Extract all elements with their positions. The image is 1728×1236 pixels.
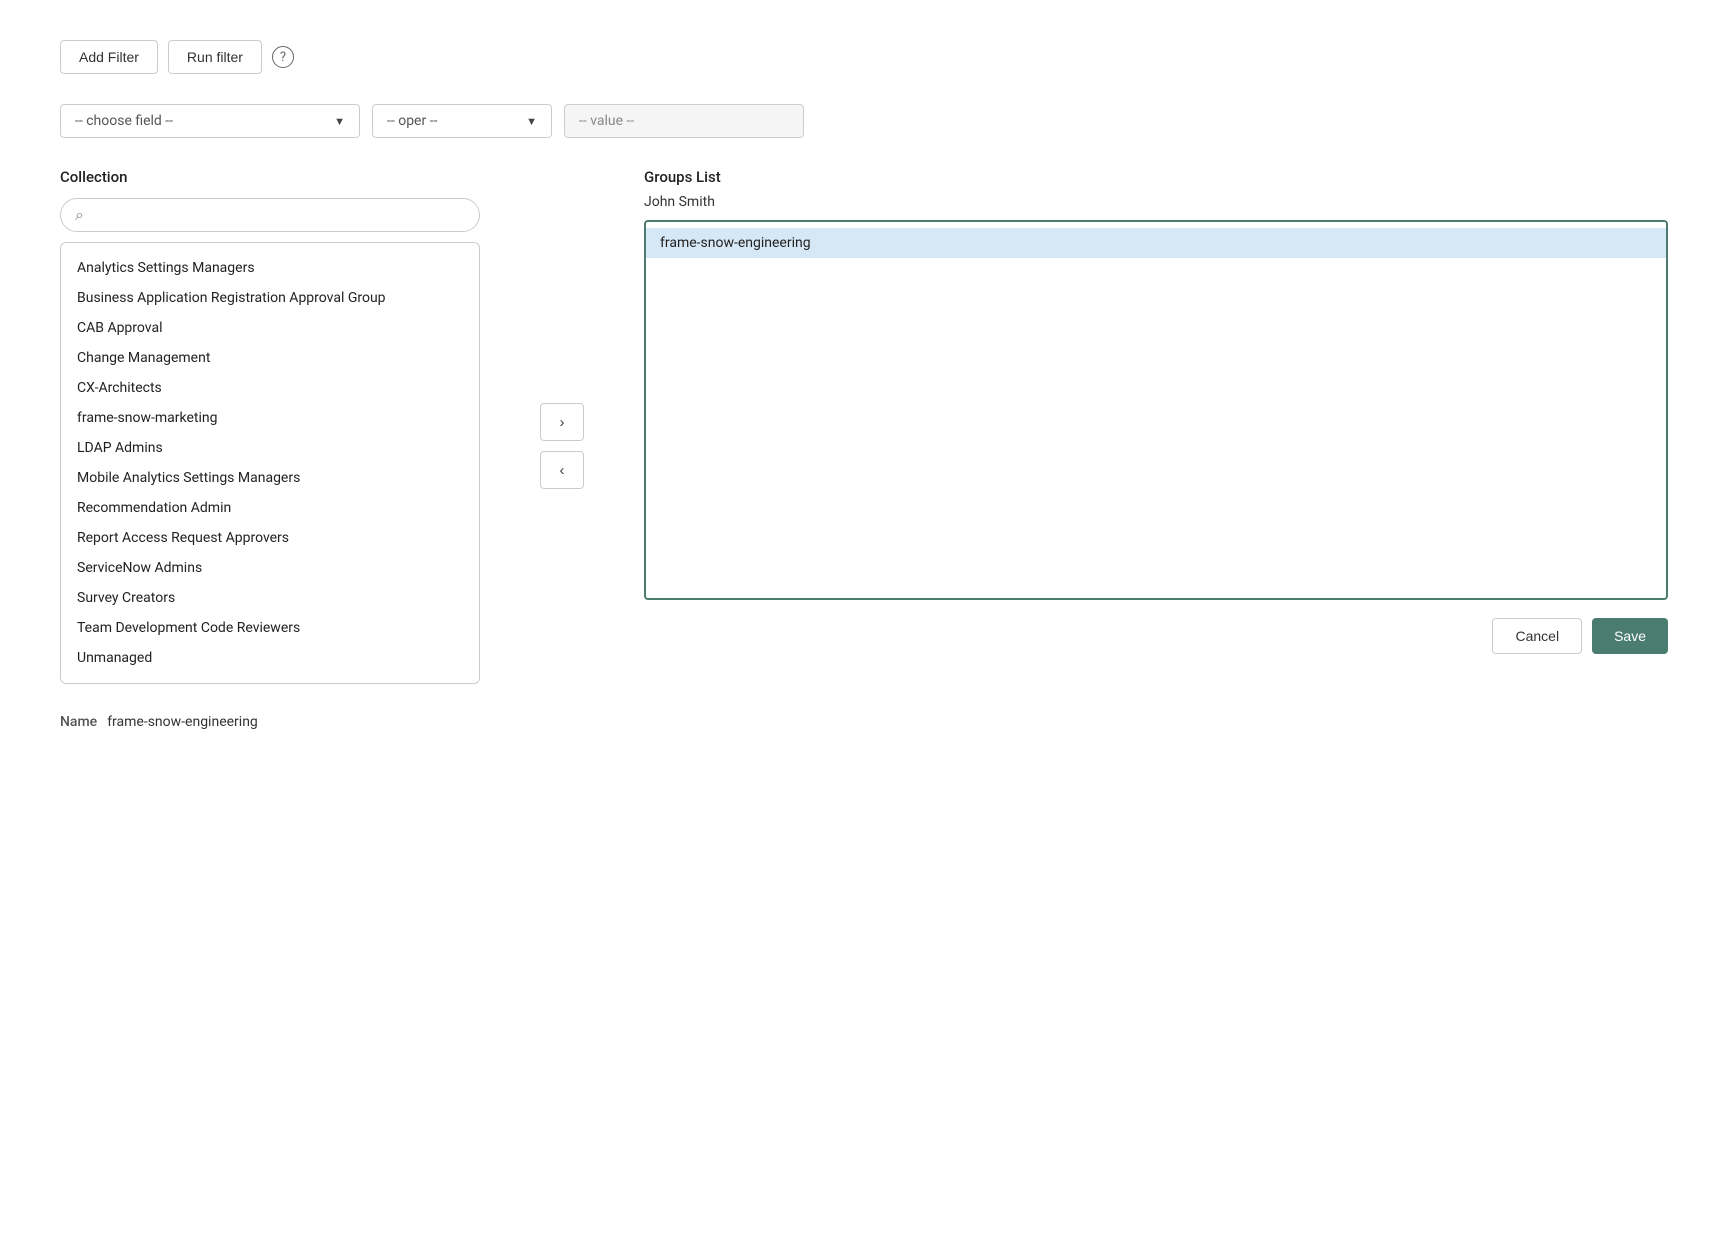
name-value: frame-snow-engineering bbox=[107, 714, 258, 730]
name-label: Name bbox=[60, 714, 97, 730]
oper-select-label: -- oper -- bbox=[387, 113, 437, 129]
search-box[interactable]: ⌕ bbox=[60, 198, 480, 232]
search-icon: ⌕ bbox=[75, 205, 84, 225]
filter-row: -- choose field -- ▼ -- oper -- ▼ -- val… bbox=[60, 104, 1668, 138]
main-content: Collection ⌕ Analytics Settings Managers… bbox=[60, 168, 1668, 684]
collection-list-item[interactable]: Team Development Code Reviewers bbox=[61, 613, 479, 643]
save-button[interactable]: Save bbox=[1592, 618, 1668, 654]
move-left-button[interactable]: ‹ bbox=[540, 451, 584, 489]
collection-list-item[interactable]: Recommendation Admin bbox=[61, 493, 479, 523]
collection-list-item[interactable]: Analytics Settings Managers bbox=[61, 253, 479, 283]
move-right-button[interactable]: › bbox=[540, 403, 584, 441]
groups-panel: Groups List John Smith frame-snow-engine… bbox=[644, 168, 1668, 654]
collection-list-item[interactable]: CX-Architects bbox=[61, 373, 479, 403]
toolbar: Add Filter Run filter ? bbox=[60, 40, 1668, 74]
groups-label: Groups List bbox=[644, 168, 1668, 186]
add-filter-button[interactable]: Add Filter bbox=[60, 40, 158, 74]
oper-select[interactable]: -- oper -- ▼ bbox=[372, 104, 552, 138]
oper-chevron-icon: ▼ bbox=[526, 115, 537, 128]
field-select-label: -- choose field -- bbox=[75, 113, 173, 129]
collection-list-item[interactable]: Report Access Request Approvers bbox=[61, 523, 479, 553]
groups-list-item[interactable]: frame-snow-engineering bbox=[646, 228, 1666, 258]
action-row: Cancel Save bbox=[644, 618, 1668, 654]
name-row: Name frame-snow-engineering bbox=[60, 714, 1668, 730]
value-field: -- value -- bbox=[564, 104, 804, 138]
user-name: John Smith bbox=[644, 194, 1668, 210]
collection-panel: Collection ⌕ Analytics Settings Managers… bbox=[60, 168, 480, 684]
collection-list-item[interactable]: LDAP Admins bbox=[61, 433, 479, 463]
collection-list-item[interactable]: ServiceNow Admins bbox=[61, 553, 479, 583]
collection-list-item[interactable]: CAB Approval bbox=[61, 313, 479, 343]
help-icon[interactable]: ? bbox=[272, 46, 294, 68]
collection-list-item[interactable]: Change Management bbox=[61, 343, 479, 373]
groups-list: frame-snow-engineering bbox=[644, 220, 1668, 600]
field-select[interactable]: -- choose field -- ▼ bbox=[60, 104, 360, 138]
cancel-button[interactable]: Cancel bbox=[1492, 618, 1582, 654]
transfer-buttons: › ‹ bbox=[540, 403, 584, 489]
field-chevron-icon: ▼ bbox=[334, 115, 345, 128]
collection-list-item[interactable]: Unmanaged bbox=[61, 643, 479, 673]
collection-search-input[interactable] bbox=[90, 207, 465, 223]
collection-list-item[interactable]: Business Application Registration Approv… bbox=[61, 283, 479, 313]
run-filter-button[interactable]: Run filter bbox=[168, 40, 262, 74]
collection-list-item[interactable]: Mobile Analytics Settings Managers bbox=[61, 463, 479, 493]
collection-label: Collection bbox=[60, 168, 480, 186]
collection-list: Analytics Settings ManagersBusiness Appl… bbox=[60, 242, 480, 684]
collection-list-item[interactable]: Survey Creators bbox=[61, 583, 479, 613]
collection-list-item[interactable]: frame-snow-marketing bbox=[61, 403, 479, 433]
